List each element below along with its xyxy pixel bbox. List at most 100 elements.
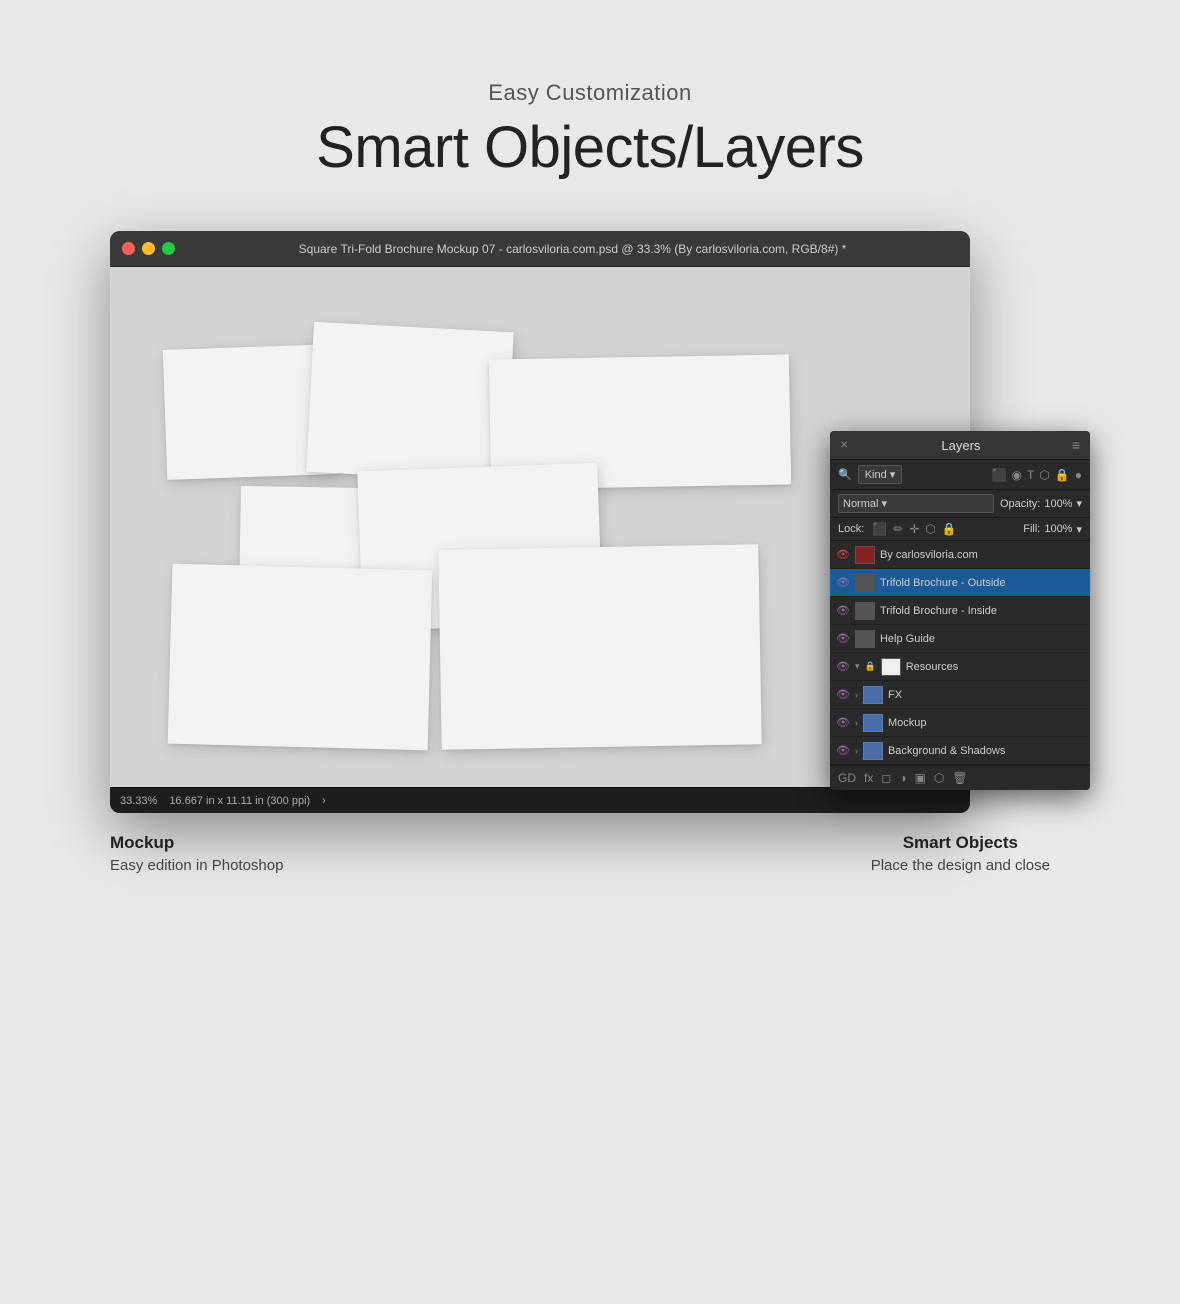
fx-icon[interactable]: fx xyxy=(864,771,873,785)
color-filter-icon[interactable]: ● xyxy=(1075,468,1082,482)
paper-sheet-6 xyxy=(168,564,433,751)
circle-half-icon[interactable]: ◑ xyxy=(899,771,906,785)
layer-thumb-5 xyxy=(863,686,883,704)
captions-row: Mockup Easy edition in Photoshop Smart O… xyxy=(110,833,1070,874)
layer-name-4: Resources xyxy=(906,661,1084,673)
delete-icon[interactable]: 🗑 xyxy=(952,771,967,785)
traffic-lights xyxy=(122,242,175,255)
layer-item-outside[interactable]: 👁 Trifold Brochure - Outside xyxy=(830,569,1090,597)
fill-value: 100% xyxy=(1044,523,1072,535)
paper-sheet-7 xyxy=(438,544,761,750)
ps-titlebar: Square Tri-Fold Brochure Mockup 07 - car… xyxy=(110,231,970,267)
lock-all-icon[interactable]: 🔒 xyxy=(942,522,957,536)
layer-item-bgshadows[interactable]: 👁 › Background & Shadows xyxy=(830,737,1090,765)
layer-item-mockup[interactable]: 👁 › Mockup xyxy=(830,709,1090,737)
layer-thumb-3 xyxy=(855,630,875,648)
adjustment-filter-icon[interactable]: ◉ xyxy=(1011,468,1021,482)
layer-item-carlosviloria[interactable]: 👁 By carlosviloria.com xyxy=(830,541,1090,569)
layer-name-3: Help Guide xyxy=(880,633,1084,645)
ps-dimensions: 16.667 in x 11.11 in (300 ppi) xyxy=(169,795,310,807)
text-filter-icon[interactable]: T xyxy=(1027,468,1034,482)
layers-list: 👁 By carlosviloria.com 👁 Trifold Brochur… xyxy=(830,541,1090,765)
layer-item-inside[interactable]: 👁 Trifold Brochure - Inside xyxy=(830,597,1090,625)
blend-mode-select[interactable]: Normal ▾ xyxy=(838,494,994,513)
layer-item-resources[interactable]: 👁 ▾ 🔒 Resources xyxy=(830,653,1090,681)
layer-name-7: Background & Shadows xyxy=(888,745,1084,757)
opacity-label: Opacity: xyxy=(1000,498,1040,510)
caption-left: Mockup Easy edition in Photoshop xyxy=(110,833,283,874)
paper-sheet-2 xyxy=(306,322,514,482)
layer-thumb-7 xyxy=(863,742,883,760)
layer-lock-icon-4: 🔒 xyxy=(865,661,876,672)
chevron-down-icon: ▾ xyxy=(890,468,896,481)
caption-left-title: Mockup xyxy=(110,833,283,853)
layer-visibility-icon-0[interactable]: 👁 xyxy=(836,548,850,561)
layer-name-6: Mockup xyxy=(888,717,1084,729)
minimize-button[interactable] xyxy=(142,242,155,255)
filter-kind-select[interactable]: Kind ▾ xyxy=(858,465,903,484)
folder-icon[interactable]: ▣ xyxy=(915,771,926,785)
opacity-value: 100% xyxy=(1044,498,1072,510)
fill-label: Fill: xyxy=(1023,523,1040,535)
ps-zoom-level: 33.33% xyxy=(120,795,157,807)
layer-name-5: FX xyxy=(888,689,1084,701)
layer-expand-icon-6[interactable]: › xyxy=(855,718,858,728)
layers-panel-title: Layers xyxy=(941,438,980,453)
layer-expand-icon-7[interactable]: › xyxy=(855,746,858,756)
lock-move-icon[interactable]: ✛ xyxy=(909,522,919,536)
layer-visibility-icon-5[interactable]: 👁 xyxy=(836,688,850,701)
ps-window-title: Square Tri-Fold Brochure Mockup 07 - car… xyxy=(187,242,958,256)
layers-filter-row: 🔍 Kind ▾ ⬛ ◉ T ⬡ 🔒 ● xyxy=(830,460,1090,490)
main-content: Square Tri-Fold Brochure Mockup 07 - car… xyxy=(110,231,1070,874)
ps-statusbar: 33.33% 16.667 in x 11.11 in (300 ppi) › xyxy=(110,787,970,813)
layer-item-fx[interactable]: 👁 › FX xyxy=(830,681,1090,709)
pixel-filter-icon[interactable]: ⬛ xyxy=(992,468,1007,482)
blend-mode-value: Normal xyxy=(843,498,878,510)
search-icon: 🔍 xyxy=(838,468,852,481)
lock-paint-icon[interactable]: ✏ xyxy=(893,522,903,536)
maximize-button[interactable] xyxy=(162,242,175,255)
layers-lock-row: Lock: ⬛ ✏ ✛ ⬡ 🔒 Fill: 100% ▾ xyxy=(830,518,1090,541)
layer-expand-icon-4[interactable]: ▾ xyxy=(855,661,860,672)
layer-thumb-6 xyxy=(863,714,883,732)
caption-left-desc: Easy edition in Photoshop xyxy=(110,857,283,874)
caption-right-desc: Place the design and close xyxy=(871,857,1050,874)
smart-filter-icon[interactable]: 🔒 xyxy=(1055,468,1070,482)
layer-visibility-icon-3[interactable]: 👁 xyxy=(836,632,850,645)
layer-visibility-icon-7[interactable]: 👁 xyxy=(836,744,850,757)
fill-row: Fill: 100% ▾ xyxy=(1023,523,1082,536)
adjustment-icon[interactable]: ◻ xyxy=(881,771,891,785)
layers-close-icon[interactable]: ✕ xyxy=(840,440,850,450)
layer-visibility-icon-4[interactable]: 👁 xyxy=(836,660,850,673)
close-button[interactable] xyxy=(122,242,135,255)
filter-icons-group: ⬛ ◉ T ⬡ 🔒 ● xyxy=(992,468,1082,482)
layer-name-0: By carlosviloria.com xyxy=(880,549,1084,561)
layer-item-helpguide[interactable]: 👁 Help Guide xyxy=(830,625,1090,653)
opacity-chevron: ▾ xyxy=(1076,497,1082,510)
caption-right: Smart Objects Place the design and close xyxy=(871,833,1070,874)
layers-panel: ✕ Layers ≡ 🔍 Kind ▾ ⬛ ◉ T ⬡ 🔒 ● Normal xyxy=(830,431,1090,790)
layers-menu-icon[interactable]: ≡ xyxy=(1072,437,1080,453)
ps-status-arrow: › xyxy=(322,795,326,807)
layer-visibility-icon-1[interactable]: 👁 xyxy=(836,576,850,589)
layers-blend-row: Normal ▾ Opacity: 100% ▾ xyxy=(830,490,1090,518)
link-icon[interactable]: GD xyxy=(838,771,856,785)
layer-name-1: Trifold Brochure - Outside xyxy=(880,577,1084,589)
blend-mode-chevron: ▾ xyxy=(882,498,888,510)
page-icon[interactable]: ⬡ xyxy=(934,771,944,785)
header-subtitle: Easy Customization xyxy=(316,80,864,106)
lock-icons-group: ⬛ ✏ ✛ ⬡ 🔒 xyxy=(872,522,957,536)
opacity-row: Opacity: 100% ▾ xyxy=(1000,497,1082,510)
layers-panel-header: ✕ Layers ≡ xyxy=(830,431,1090,460)
lock-checker-icon[interactable]: ⬛ xyxy=(872,522,887,536)
lock-artboard-icon[interactable]: ⬡ xyxy=(925,522,935,536)
layer-visibility-icon-2[interactable]: 👁 xyxy=(836,604,850,617)
layer-thumb-1 xyxy=(855,574,875,592)
layer-expand-icon-5[interactable]: › xyxy=(855,690,858,700)
shape-filter-icon[interactable]: ⬡ xyxy=(1039,468,1049,482)
fill-chevron: ▾ xyxy=(1076,523,1082,536)
layer-thumb-0 xyxy=(855,546,875,564)
lock-label: Lock: xyxy=(838,523,864,535)
header-section: Easy Customization Smart Objects/Layers xyxy=(316,80,864,181)
layer-visibility-icon-6[interactable]: 👁 xyxy=(836,716,850,729)
